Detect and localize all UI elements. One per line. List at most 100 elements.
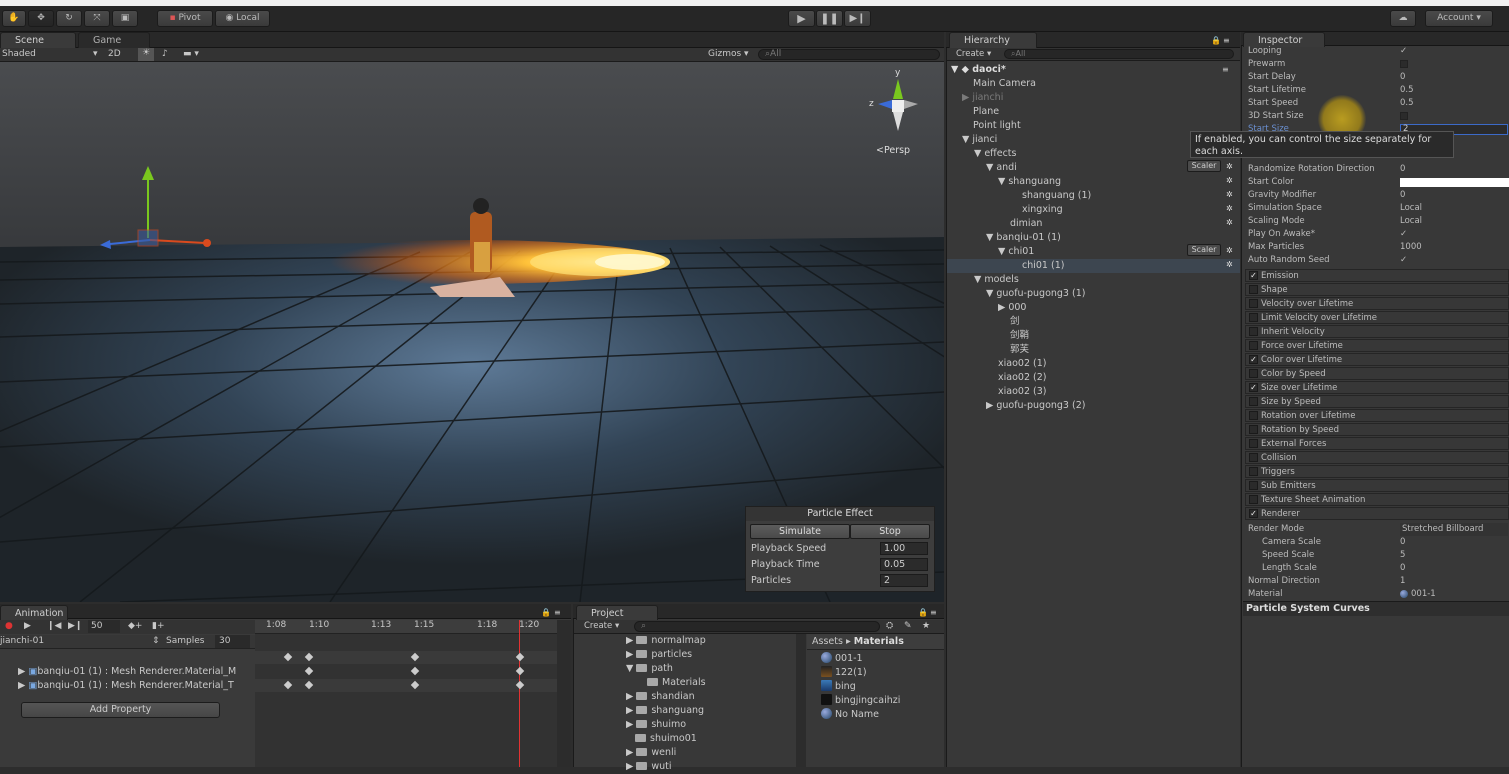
prewarm-checkbox[interactable] (1400, 60, 1408, 68)
hierarchy-item[interactable]: ▶ 000 (998, 301, 1026, 315)
length-scale-field[interactable]: 0 (1400, 562, 1405, 575)
effects-toggle[interactable]: ▬ ▾ (183, 49, 199, 59)
pivot-toggle[interactable]: ▪ Pivot (157, 10, 213, 27)
hierarchy-create-dropdown[interactable]: Create ▾ (956, 49, 991, 59)
hierarchy-item[interactable]: ▶ jianchi (962, 91, 1003, 105)
add-event-button[interactable]: ▮+ (152, 621, 165, 631)
gravity-modifier-field[interactable]: 0 (1400, 189, 1405, 202)
auto-random-seed-checkbox[interactable]: ✓ (1400, 254, 1407, 267)
module-force-over-lifetime[interactable]: Force over Lifetime (1245, 339, 1509, 352)
module-shape[interactable]: Shape (1245, 283, 1509, 296)
module-checkbox[interactable]: ✓ (1249, 509, 1258, 518)
pause-button[interactable]: ❚❚ (816, 10, 843, 27)
hierarchy-item[interactable]: 剑鞘 (1010, 329, 1029, 343)
module-triggers[interactable]: Triggers (1245, 465, 1509, 478)
scaling-mode-dropdown[interactable]: Local (1400, 215, 1422, 228)
module-checkbox[interactable] (1249, 285, 1258, 294)
module-inherit-velocity[interactable]: Inherit Velocity (1245, 325, 1509, 338)
module-size-by-speed[interactable]: Size by Speed (1245, 395, 1509, 408)
dopesheet[interactable]: 1:08 1:10 1:13 1:15 1:18 1:20 (255, 620, 557, 767)
play-button-anim[interactable]: ▶ (24, 621, 31, 631)
account-dropdown[interactable]: Account ▾ (1425, 10, 1493, 27)
clip-dropdown[interactable]: jianchi-01 (0, 636, 44, 646)
hierarchy-item[interactable]: ▼ shanguang (998, 175, 1061, 189)
hierarchy-search-input[interactable]: ⌕All (1004, 49, 1234, 59)
tab-project[interactable]: Project (576, 605, 658, 620)
module-checkbox[interactable]: ✓ (1249, 271, 1258, 280)
project-folder[interactable]: ▶ shuimo (626, 718, 686, 732)
animation-track[interactable]: ▶ ▣banqiu-01 (1) : Mesh Renderer.Materia… (18, 665, 254, 679)
hierarchy-item[interactable]: 剑 (1010, 315, 1020, 329)
normal-direction-field[interactable]: 1 (1400, 575, 1405, 588)
audio-toggle[interactable]: ♪ (162, 49, 168, 59)
hierarchy-item[interactable]: shanguang (1) (1022, 189, 1091, 203)
project-create-dropdown[interactable]: Create ▾ (584, 621, 619, 631)
module-checkbox[interactable] (1249, 425, 1258, 434)
project-folder[interactable]: Materials (647, 676, 706, 690)
breadcrumb-root[interactable]: Assets (812, 636, 843, 647)
speed-scale-field[interactable]: 5 (1400, 549, 1405, 562)
hierarchy-item[interactable]: xiao02 (3) (998, 385, 1046, 399)
project-folder[interactable]: ▶ shandian (626, 690, 695, 704)
favorite-icon[interactable]: ★ (922, 621, 930, 631)
hierarchy-item[interactable]: Point light (973, 119, 1021, 133)
module-emission[interactable]: ✓ Emission (1245, 269, 1509, 282)
play-on-awake-checkbox[interactable]: ✓ (1400, 228, 1407, 241)
2d-toggle[interactable]: 2D (108, 49, 121, 59)
playback-speed-field[interactable]: 1.00 (880, 542, 928, 555)
shading-mode-dropdown[interactable]: Shaded (2, 49, 36, 59)
asset-item[interactable]: No Name (821, 708, 879, 722)
project-folder[interactable]: ▶ shanguang (626, 704, 704, 718)
gizmos-dropdown[interactable]: Gizmos ▾ (708, 49, 749, 59)
hierarchy-item[interactable]: xingxing (1022, 203, 1063, 217)
samples-field[interactable]: 30 (215, 635, 250, 648)
lock-icon[interactable]: 🔒 (541, 608, 551, 617)
panel-menu-icon[interactable]: ≡ (930, 608, 937, 617)
module-color-over-lifetime[interactable]: ✓ Color over Lifetime (1245, 353, 1509, 366)
hierarchy-item[interactable]: 郭芙 (1010, 343, 1029, 357)
hierarchy-item[interactable]: ▼ chi01 (998, 245, 1034, 259)
start-speed-field[interactable]: 0.5 (1400, 97, 1414, 110)
cloud-button[interactable]: ☁ (1390, 10, 1416, 27)
scaler-button[interactable]: Scaler (1187, 244, 1221, 256)
module-checkbox[interactable] (1249, 341, 1258, 350)
start-delay-field[interactable]: 0 (1400, 71, 1405, 84)
module-texture-sheet-animation[interactable]: Texture Sheet Animation (1245, 493, 1509, 506)
keyframe-marker[interactable] (410, 666, 420, 676)
module-checkbox[interactable] (1249, 439, 1258, 448)
filter-type-icon[interactable]: ⛭ (886, 621, 893, 631)
keyframe-marker[interactable] (304, 666, 314, 676)
project-folder[interactable]: ▼ path (626, 662, 673, 676)
hierarchy-item[interactable]: ▼ effects (974, 147, 1016, 161)
project-folder[interactable]: ▶ wenli (626, 746, 676, 760)
module-renderer[interactable]: ✓ Renderer (1245, 507, 1509, 520)
project-folder[interactable]: ▶ normalmap (626, 634, 706, 648)
start-lifetime-field[interactable]: 0.5 (1400, 84, 1414, 97)
add-property-button[interactable]: Add Property (21, 702, 220, 718)
hierarchy-item[interactable]: xiao02 (1) (998, 357, 1046, 371)
module-checkbox[interactable] (1249, 397, 1258, 406)
scaler-button[interactable]: Scaler (1187, 160, 1221, 172)
hierarchy-item[interactable]: Plane (973, 105, 999, 119)
keyframe-marker[interactable] (515, 666, 525, 676)
timeline-ruler[interactable] (255, 620, 557, 634)
hierarchy-item[interactable]: Main Camera (973, 77, 1036, 91)
breadcrumb-leaf[interactable]: Materials (854, 636, 904, 647)
module-size-over-lifetime[interactable]: ✓ Size over Lifetime (1245, 381, 1509, 394)
playback-time-field[interactable]: 0.05 (880, 558, 928, 571)
lighting-toggle[interactable]: ☀ (138, 48, 154, 61)
hierarchy-item[interactable]: xiao02 (2) (998, 371, 1046, 385)
project-tree-scrollbar[interactable] (796, 634, 806, 767)
module-rotation-over-lifetime[interactable]: Rotation over Lifetime (1245, 409, 1509, 422)
material-field[interactable]: 001-1 (1400, 588, 1436, 601)
rect-tool-button[interactable]: ▣ (112, 10, 138, 27)
hierarchy-item[interactable]: ▼ banqiu-01 (1) (986, 231, 1061, 245)
project-folder[interactable]: shuimo01 (635, 732, 697, 746)
prev-key-button[interactable]: ❙◀ (47, 621, 61, 631)
simulation-space-dropdown[interactable]: Local (1400, 202, 1422, 215)
module-checkbox[interactable] (1249, 327, 1258, 336)
tab-hierarchy[interactable]: Hierarchy (949, 32, 1037, 48)
project-folder[interactable]: ▶ wuti (626, 760, 671, 774)
panel-menu-icon[interactable]: ≡ (1223, 36, 1230, 45)
module-checkbox[interactable] (1249, 467, 1258, 476)
